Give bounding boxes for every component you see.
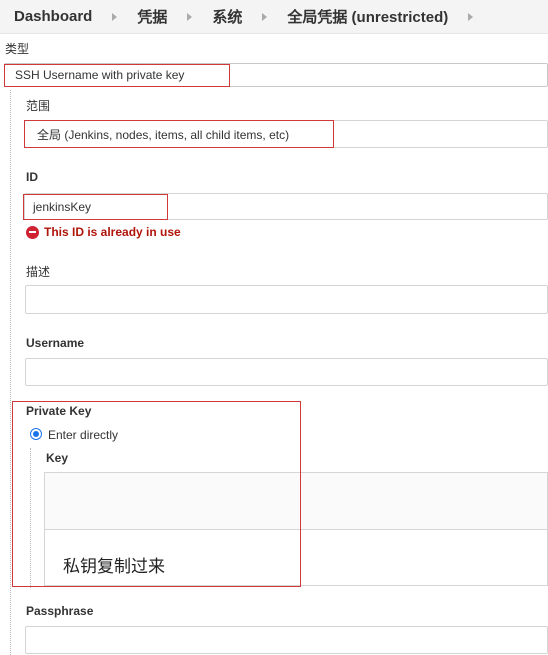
username-input[interactable] [25, 358, 548, 386]
id-error-text: This ID is already in use [44, 225, 181, 239]
private-key-highlight-box [12, 401, 301, 587]
breadcrumb: Dashboard 凭据 系统 全局凭据 (unrestricted) [0, 0, 548, 34]
kind-highlight-box [4, 64, 230, 87]
nesting-guide-line [10, 90, 11, 655]
username-label: Username [26, 336, 85, 350]
id-error-message: This ID is already in use [26, 225, 181, 239]
description-label: 描述 [26, 265, 51, 279]
passphrase-label: Passphrase [26, 604, 94, 618]
scope-label: 范围 [26, 99, 51, 113]
breadcrumb-chevron-icon[interactable] [468, 12, 474, 21]
breadcrumb-chevron-icon[interactable] [262, 12, 268, 21]
breadcrumb-dashboard[interactable]: Dashboard [14, 8, 92, 25]
breadcrumb-chevron-icon[interactable] [187, 12, 193, 21]
kind-label: 类型 [5, 42, 30, 56]
description-input[interactable] [25, 285, 548, 314]
passphrase-input[interactable] [25, 626, 548, 654]
breadcrumb-system[interactable]: 系统 [212, 6, 242, 27]
id-highlight-box [23, 194, 168, 220]
scope-highlight-box [24, 120, 334, 148]
id-label: ID [26, 170, 38, 184]
error-icon [26, 225, 39, 239]
breadcrumb-global-credentials[interactable]: 全局凭据 (unrestricted) [287, 6, 448, 27]
breadcrumb-credentials[interactable]: 凭据 [137, 6, 167, 27]
breadcrumb-chevron-icon[interactable] [112, 12, 118, 21]
